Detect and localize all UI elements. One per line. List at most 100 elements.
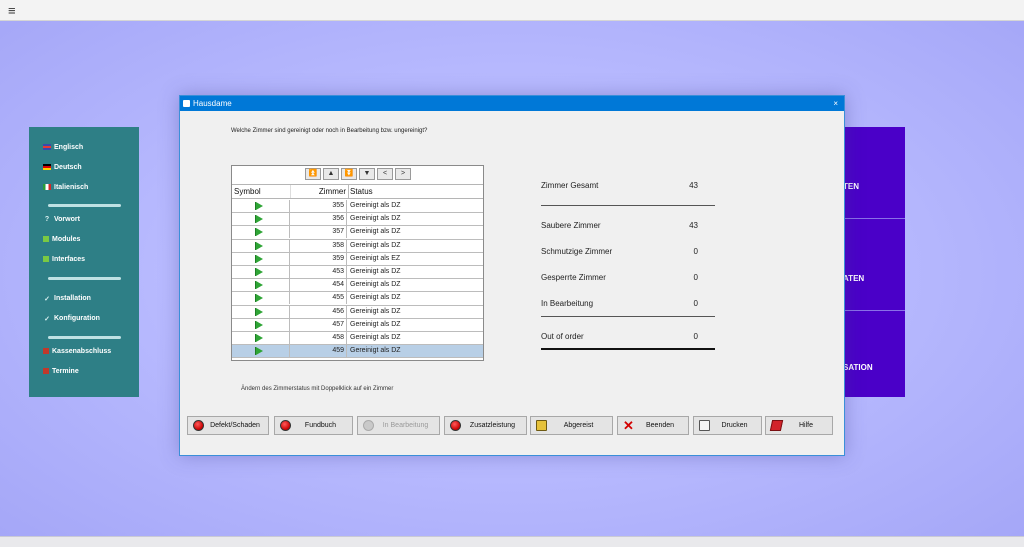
table-row[interactable]: 455 Gereinigt als DZ bbox=[232, 292, 483, 306]
menu-item-konfiguration[interactable]: ✓ Konfiguration bbox=[43, 311, 100, 325]
button-label: In Bearbeitung bbox=[382, 422, 429, 429]
stat-label-saubere: Saubere Zimmer bbox=[541, 221, 601, 230]
last-page-icon[interactable]: ⏬ bbox=[341, 168, 357, 180]
menu-item-interfaces[interactable]: Interfaces bbox=[43, 252, 85, 266]
button-label: Drucken bbox=[721, 422, 748, 429]
menu-item-label: Konfiguration bbox=[54, 314, 100, 322]
table-row[interactable]: 355 Gereinigt als DZ bbox=[232, 200, 483, 214]
status-cell: Gereinigt als DZ bbox=[350, 228, 401, 236]
table-header: Symbol Zimmer Status bbox=[232, 184, 483, 199]
menu-item-kassenabschluss[interactable]: Kassenabschluss bbox=[43, 344, 111, 358]
table-row[interactable]: 359 Gereinigt als EZ bbox=[232, 252, 483, 266]
defekt-schaden-button[interactable]: Defekt/Schaden bbox=[187, 416, 269, 435]
right-tile-label: SATION bbox=[843, 363, 873, 372]
in-bearbeitung-button: In Bearbeitung bbox=[357, 416, 440, 435]
calendar-icon bbox=[43, 368, 49, 374]
menu-item-modules[interactable]: Modules bbox=[43, 232, 80, 246]
table-row[interactable]: 356 Gereinigt als DZ bbox=[232, 213, 483, 227]
menu-divider bbox=[48, 336, 121, 339]
page-up-icon[interactable]: ▲ bbox=[323, 168, 339, 180]
button-label: Hilfe bbox=[798, 422, 813, 429]
menu-item-vorwort[interactable]: ? Vorwort bbox=[43, 212, 80, 226]
column-header-zimmer[interactable]: Zimmer bbox=[290, 185, 347, 198]
page-down-icon[interactable]: ▼ bbox=[359, 168, 375, 180]
stat-label-schmutzige: Schmutzige Zimmer bbox=[541, 247, 613, 256]
status-cell: Gereinigt als EZ bbox=[350, 254, 401, 262]
status-cell: Gereinigt als DZ bbox=[350, 202, 401, 209]
question-icon: ? bbox=[44, 216, 50, 223]
dialog-title: Hausdame bbox=[193, 99, 232, 108]
play-icon bbox=[255, 228, 263, 237]
stat-divider bbox=[541, 316, 715, 317]
menu-item-deutsch[interactable]: Deutsch bbox=[43, 160, 82, 174]
menu-item-label: Termine bbox=[52, 367, 79, 375]
status-cell: Gereinigt als DZ bbox=[350, 347, 401, 355]
menu-item-label: Italienisch bbox=[54, 183, 89, 191]
stat-value-schmutzige: 0 bbox=[693, 247, 698, 256]
abgereist-button[interactable]: Abgereist bbox=[530, 416, 613, 435]
next-icon[interactable]: > bbox=[395, 168, 411, 180]
status-cell: Gereinigt als DZ bbox=[350, 294, 401, 302]
status-cell: Gereinigt als DZ bbox=[350, 215, 401, 223]
drucken-button[interactable]: Drucken bbox=[693, 416, 762, 435]
right-tile[interactable]: ATEN bbox=[843, 219, 905, 311]
button-label: Zusatzleistung bbox=[469, 422, 516, 429]
play-icon bbox=[255, 347, 263, 356]
symbol-cell bbox=[232, 279, 290, 292]
menu-item-englisch[interactable]: Englisch bbox=[43, 140, 83, 154]
stat-value-saubere: 43 bbox=[689, 221, 698, 230]
table-row[interactable]: 453 Gereinigt als DZ bbox=[232, 265, 483, 280]
menu-item-label: Installation bbox=[54, 294, 91, 302]
fundbuch-button[interactable]: Fundbuch bbox=[274, 416, 353, 435]
menu-divider bbox=[48, 204, 121, 207]
right-tile[interactable]: SATION bbox=[843, 311, 905, 397]
stat-label-gesamt: Zimmer Gesamt bbox=[541, 181, 599, 190]
dialog-titlebar[interactable]: Hausdame × bbox=[180, 96, 844, 111]
table-row[interactable]: 456 Gereinigt als DZ bbox=[232, 305, 483, 319]
table-row[interactable]: 457 Gereinigt als DZ bbox=[232, 318, 483, 332]
play-icon bbox=[255, 320, 263, 329]
table-row[interactable]: 357 Gereinigt als DZ bbox=[232, 226, 483, 240]
column-header-symbol[interactable]: Symbol bbox=[234, 185, 290, 198]
table-row[interactable]: 459 Gereinigt als DZ bbox=[232, 345, 483, 359]
menu-item-label: Englisch bbox=[54, 143, 84, 151]
menu-item-termine[interactable]: Termine bbox=[43, 364, 79, 378]
column-header-status[interactable]: Status bbox=[348, 185, 483, 198]
table-nav: ⏫ ▲ ⏬ ▼ < > bbox=[305, 168, 411, 180]
close-icon[interactable]: × bbox=[833, 96, 838, 111]
question-text: Welche Zimmer sind gereinigt oder noch i… bbox=[231, 128, 428, 134]
table-row[interactable]: 458 Gereinigt als DZ bbox=[232, 331, 483, 346]
hilfe-button[interactable]: Hilfe bbox=[765, 416, 833, 435]
zimmer-cell: 458 bbox=[290, 331, 347, 344]
calendar-icon bbox=[43, 348, 49, 354]
play-icon bbox=[255, 241, 263, 250]
play-icon bbox=[255, 333, 263, 342]
menu-item-label: Deutsch bbox=[54, 163, 82, 171]
right-tile[interactable]: TEN bbox=[843, 127, 905, 219]
check-icon: ✓ bbox=[44, 296, 50, 303]
symbol-cell bbox=[232, 226, 290, 239]
zimmer-cell: 457 bbox=[290, 318, 347, 331]
zusatzleistung-button[interactable]: Zusatzleistung bbox=[444, 416, 527, 435]
status-cell: Gereinigt als DZ bbox=[350, 333, 401, 341]
button-label: Abgereist bbox=[563, 422, 594, 429]
hamburger-menu-icon[interactable]: ≡ bbox=[8, 4, 16, 17]
play-icon bbox=[255, 294, 263, 303]
menu-item-label: Interfaces bbox=[52, 255, 86, 263]
top-toolbar: ≡ bbox=[0, 0, 1024, 21]
table-row[interactable]: 454 Gereinigt als DZ bbox=[232, 279, 483, 293]
symbol-cell bbox=[232, 305, 290, 318]
menu-item-label: Kassenabschluss bbox=[52, 347, 112, 355]
right-tile-label: ATEN bbox=[843, 274, 865, 283]
symbol-cell bbox=[232, 345, 290, 358]
zimmer-cell: 455 bbox=[290, 292, 347, 305]
table-row[interactable]: 358 Gereinigt als DZ bbox=[232, 239, 483, 253]
symbol-cell bbox=[232, 239, 290, 252]
menu-item-italienisch[interactable]: Italienisch bbox=[43, 180, 88, 194]
first-page-icon[interactable]: ⏫ bbox=[305, 168, 321, 180]
prev-icon[interactable]: < bbox=[377, 168, 393, 180]
symbol-cell bbox=[232, 265, 290, 278]
beenden-button[interactable]: ✕ Beenden bbox=[617, 416, 689, 435]
stat-label-out-of-order: Out of order bbox=[541, 332, 584, 341]
menu-item-installation[interactable]: ✓ Installation bbox=[43, 291, 91, 305]
